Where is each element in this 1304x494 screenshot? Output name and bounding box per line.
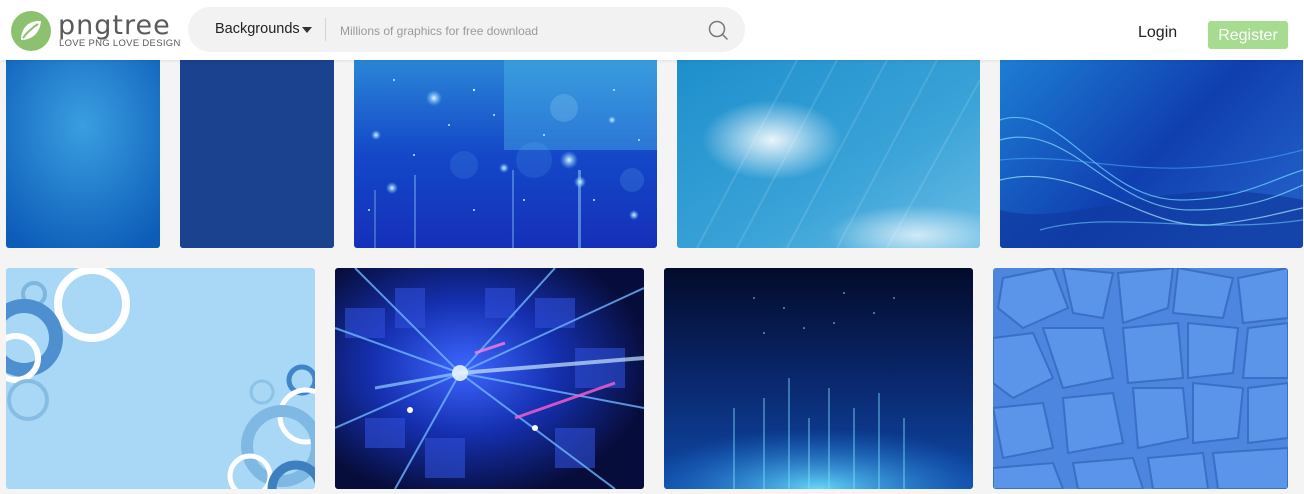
gallery-item-light-blue-streaks[interactable]	[677, 60, 980, 248]
search-divider	[325, 18, 326, 41]
gallery-item-radial-blue-gradient[interactable]	[6, 60, 160, 248]
search-icon[interactable]	[707, 19, 729, 41]
search-category-label: Backgrounds	[215, 21, 300, 37]
login-link[interactable]: Login	[1138, 24, 1177, 42]
gallery-item-dark-blue-stage-light[interactable]	[664, 268, 973, 489]
thumbnail-image	[335, 268, 644, 489]
logo-tagline: LOVE PNG LOVE DESIGN	[59, 38, 181, 49]
thumbnail-image	[354, 60, 657, 248]
search-category-dropdown[interactable]: Backgrounds	[215, 7, 300, 52]
logo-wordmark: pngtree	[58, 10, 171, 41]
gallery-item-blue-wave-lines[interactable]	[1000, 60, 1303, 248]
search-bar: Backgrounds	[188, 7, 745, 52]
thumbnail-image	[993, 268, 1288, 489]
search-input[interactable]	[338, 15, 702, 46]
thumbnail-image	[180, 60, 334, 248]
gallery-item-blue-bokeh-lights[interactable]	[354, 60, 657, 248]
gallery-item-blue-speed-light[interactable]	[335, 268, 644, 489]
thumbnail-image	[677, 60, 980, 248]
gallery-item-light-blue-circles[interactable]	[6, 268, 315, 489]
top-header: pngtree LOVE PNG LOVE DESIGN Backgrounds…	[0, 0, 1304, 60]
thumbnail-image	[6, 268, 315, 489]
register-button[interactable]: Register	[1208, 21, 1288, 49]
gallery-item-blue-cracked-tiles[interactable]	[993, 268, 1288, 489]
caret-down-icon[interactable]	[302, 27, 312, 33]
thumbnail-image	[1000, 60, 1303, 248]
thumbnail-image	[664, 268, 973, 489]
pngtree-logo[interactable]: pngtree LOVE PNG LOVE DESIGN	[10, 10, 180, 52]
leaf-logo-icon	[11, 11, 51, 51]
gallery-item-solid-navy-blue[interactable]	[180, 60, 334, 248]
thumbnail-image	[6, 60, 160, 248]
